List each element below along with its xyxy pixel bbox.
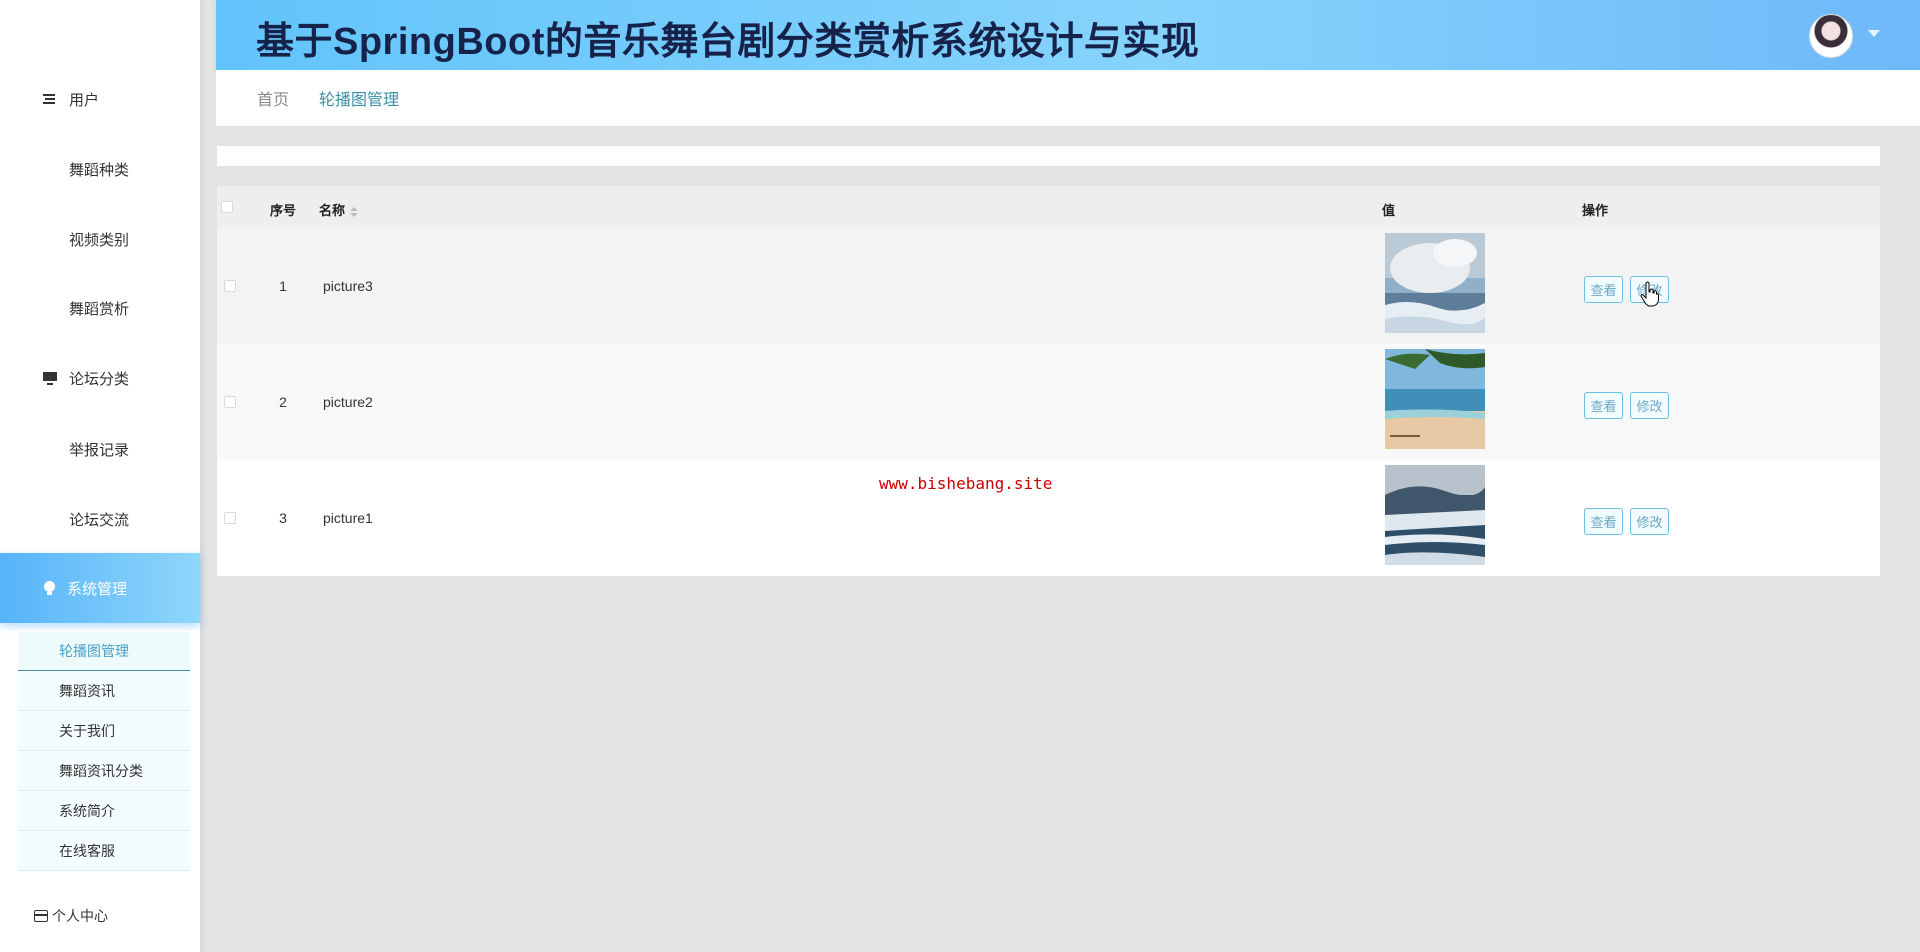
sidebar-item-label: 论坛交流 [69,511,130,529]
card-icon [34,910,48,922]
grid-icon [43,162,57,176]
column-header-name-label: 名称 [319,203,346,218]
submenu-item-label: 舞蹈资讯 [59,683,115,699]
row-image [1385,233,1485,333]
row-checkbox[interactable] [224,396,236,408]
list-icon [43,92,57,106]
grid-icon [43,512,57,526]
row-image [1385,465,1485,565]
sidebar-item-label: 舞蹈赏析 [69,300,130,318]
watermark: www.bishebang.site [879,474,1053,493]
column-header-value: 值 [1382,203,1396,218]
data-table: 序号 名称 值 操作 1 picture3 查看 修改 2 picture2 [217,186,1880,576]
sidebar-item-label: 论坛分类 [69,370,130,388]
submenu-item-label: 系统简介 [59,803,115,819]
search-bar [217,146,1880,166]
column-header-actions: 操作 [1582,203,1609,218]
breadcrumb-home[interactable]: 首页 [257,86,289,110]
sidebar-item-dance-types[interactable]: 舞蹈种类 [0,134,200,204]
sidebar-item-system-management[interactable]: 系统管理 [0,553,200,623]
submenu-item-label: 在线客服 [59,843,115,859]
sidebar-item-label: 视频类别 [69,231,130,249]
sidebar-item-forum-categories[interactable]: 论坛分类 [0,343,200,413]
view-button[interactable]: 查看 [1584,276,1623,303]
row-image [1385,349,1485,449]
submenu-item-dance-news[interactable]: 舞蹈资讯 [18,672,190,711]
chevron-down-icon[interactable] [1868,30,1880,37]
monitor-icon [43,371,57,385]
personal-center-link[interactable]: 个人中心 [34,906,108,926]
select-all-checkbox[interactable] [221,201,233,213]
column-header-index: 序号 [270,203,297,218]
sidebar-item-video-categories[interactable]: 视频类别 [0,204,200,274]
sidebar-item-users[interactable]: 用户 [0,64,200,134]
grid-icon [43,442,57,456]
sidebar: 用户 舞蹈种类 视频类别 舞蹈赏析 论坛分类 举报记录 论坛交流 系统管理 轮播… [0,0,200,952]
row-name: picture1 [323,510,373,526]
submenu-item-label: 舞蹈资讯分类 [59,763,143,779]
sidebar-item-forum[interactable]: 论坛交流 [0,484,200,554]
personal-center-label: 个人中心 [52,908,108,924]
row-checkbox[interactable] [224,512,236,524]
edit-button[interactable]: 修改 [1630,392,1669,419]
sidebar-item-label: 舞蹈种类 [69,161,130,179]
sidebar-item-label: 举报记录 [69,441,130,459]
row-name: picture2 [323,394,373,410]
bulb-icon [43,581,55,595]
row-checkbox[interactable] [224,280,236,292]
submenu-item-about-us[interactable]: 关于我们 [18,712,190,751]
submenu-item-system-intro[interactable]: 系统简介 [18,792,190,831]
grid-icon [43,232,57,246]
sidebar-item-label: 系统管理 [67,580,128,598]
row-index: 1 [279,278,287,294]
view-button[interactable]: 查看 [1584,392,1623,419]
breadcrumb-current: 轮播图管理 [319,92,400,109]
column-header-name[interactable]: 名称 [319,200,359,219]
header: 基于SpringBoot的音乐舞台剧分类赏析系统设计与实现 [216,0,1920,70]
page-title: 基于SpringBoot的音乐舞台剧分类赏析系统设计与实现 [256,21,1200,63]
table-header: 序号 名称 值 操作 [217,186,1880,228]
submenu-item-carousel[interactable]: 轮播图管理 [18,632,190,671]
sidebar-item-label: 用户 [69,91,100,109]
submenu-item-label: 轮播图管理 [59,643,129,659]
submenu-item-label: 关于我们 [59,723,115,739]
submenu-item-online-service[interactable]: 在线客服 [18,832,190,871]
sidebar-item-dance-appreciation[interactable]: 舞蹈赏析 [0,273,200,343]
submenu: 轮播图管理 舞蹈资讯 关于我们 舞蹈资讯分类 系统简介 在线客服 [18,632,190,872]
avatar[interactable] [1809,14,1853,58]
breadcrumb: 首页 轮播图管理 [216,70,1920,126]
row-index: 2 [279,394,287,410]
table-row: 1 picture3 查看 修改 [217,228,1880,345]
row-name: picture3 [323,278,373,294]
sidebar-item-reports[interactable]: 举报记录 [0,414,200,484]
sort-icon[interactable] [350,206,359,217]
submenu-item-news-categories[interactable]: 舞蹈资讯分类 [18,752,190,791]
row-index: 3 [279,510,287,526]
grid-icon [43,301,57,315]
table-row: 2 picture2 查看 修改 [217,344,1880,461]
edit-button[interactable]: 修改 [1630,508,1669,535]
hand-cursor-icon [1640,281,1659,307]
view-button[interactable]: 查看 [1584,508,1623,535]
